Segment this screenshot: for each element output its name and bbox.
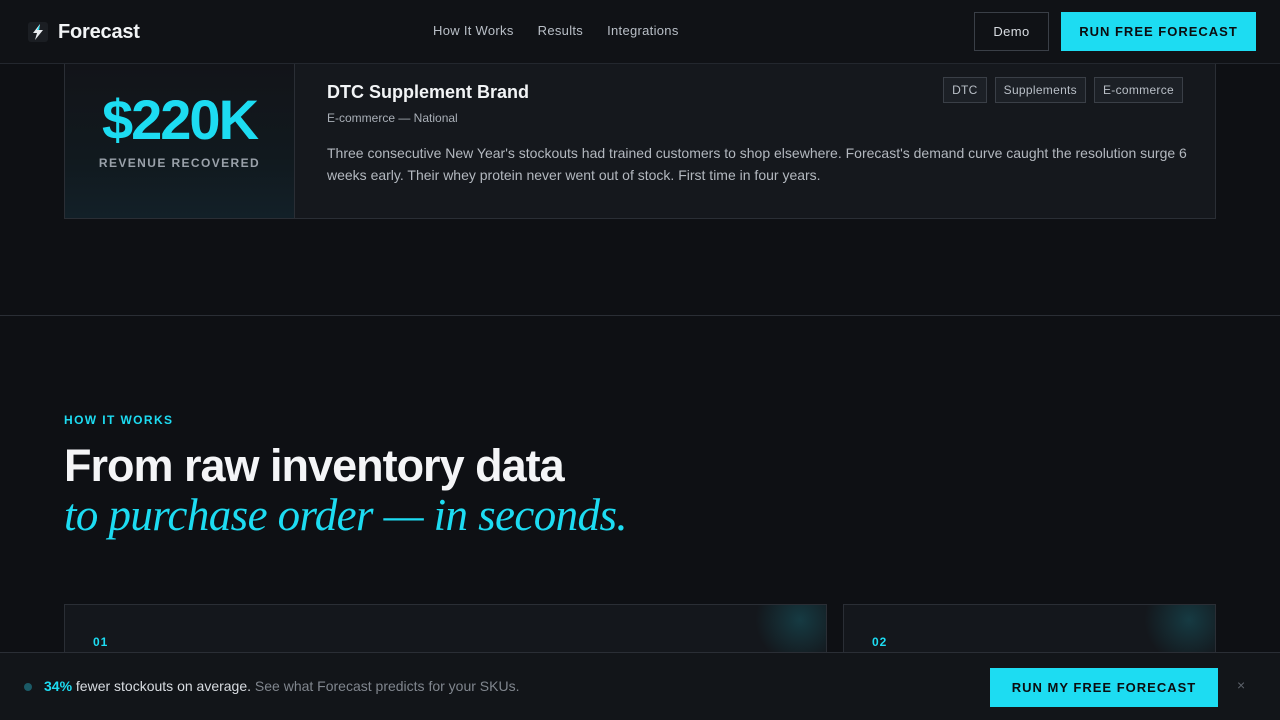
- stat-label: REVENUE RECOVERED: [98, 156, 261, 170]
- run-free-forecast-button[interactable]: RUN FREE FORECAST: [1061, 12, 1256, 51]
- nav-link-integrations[interactable]: Integrations: [607, 23, 679, 38]
- section-headline: From raw inventory data: [64, 440, 565, 491]
- close-icon[interactable]: ×: [1237, 677, 1245, 693]
- how-it-works-eyebrow: HOW IT WORKS: [64, 413, 174, 427]
- nav-link-how-it-works[interactable]: How It Works: [433, 23, 514, 38]
- brand-name: Forecast: [58, 20, 140, 43]
- sticky-sub-text: See what Forecast predicts for your SKUs…: [254, 678, 520, 694]
- stat-value: $220K: [101, 88, 259, 151]
- sticky-stat: 34%: [44, 678, 73, 694]
- tag-supplements: Supplements: [994, 77, 1086, 103]
- page: Forecast How It Works Results Integratio…: [0, 0, 1280, 720]
- case-title: DTC Supplement Brand: [327, 82, 530, 102]
- case-subtitle: E-commerce — National: [327, 111, 458, 125]
- case-tags: DTC Supplements E-commerce: [943, 77, 1183, 103]
- top-nav: Forecast How It Works Results Integratio…: [0, 0, 1280, 64]
- brand-logo[interactable]: Forecast: [28, 20, 140, 44]
- tag-dtc: DTC: [943, 77, 987, 103]
- nav-links: How It Works Results Integrations: [433, 23, 679, 38]
- section-divider: [0, 315, 1280, 316]
- run-my-free-forecast-button[interactable]: RUN MY FREE FORECAST: [990, 668, 1218, 707]
- status-dot-icon: [24, 683, 32, 691]
- sticky-cta-bar: 34% fewer stockouts on average. See what…: [0, 652, 1280, 720]
- tag-ecommerce: E-commerce: [1093, 77, 1183, 103]
- demo-button[interactable]: Demo: [974, 12, 1049, 51]
- section-headline-italic: to purchase order — in seconds.: [64, 490, 628, 540]
- lightning-logo-icon: [28, 22, 48, 42]
- sticky-main-text: fewer stockouts on average.: [75, 678, 252, 694]
- case-stat-panel: $220K REVENUE RECOVERED: [65, 64, 295, 218]
- case-description: Three consecutive New Year's stockouts h…: [327, 145, 1187, 183]
- step-number: 02: [872, 635, 888, 649]
- step-number: 01: [93, 635, 109, 649]
- sticky-message: 34% fewer stockouts on average. See what…: [44, 678, 519, 694]
- nav-link-results[interactable]: Results: [538, 23, 583, 38]
- case-study-card: $220K REVENUE RECOVERED DTC Supplement B…: [64, 63, 1216, 219]
